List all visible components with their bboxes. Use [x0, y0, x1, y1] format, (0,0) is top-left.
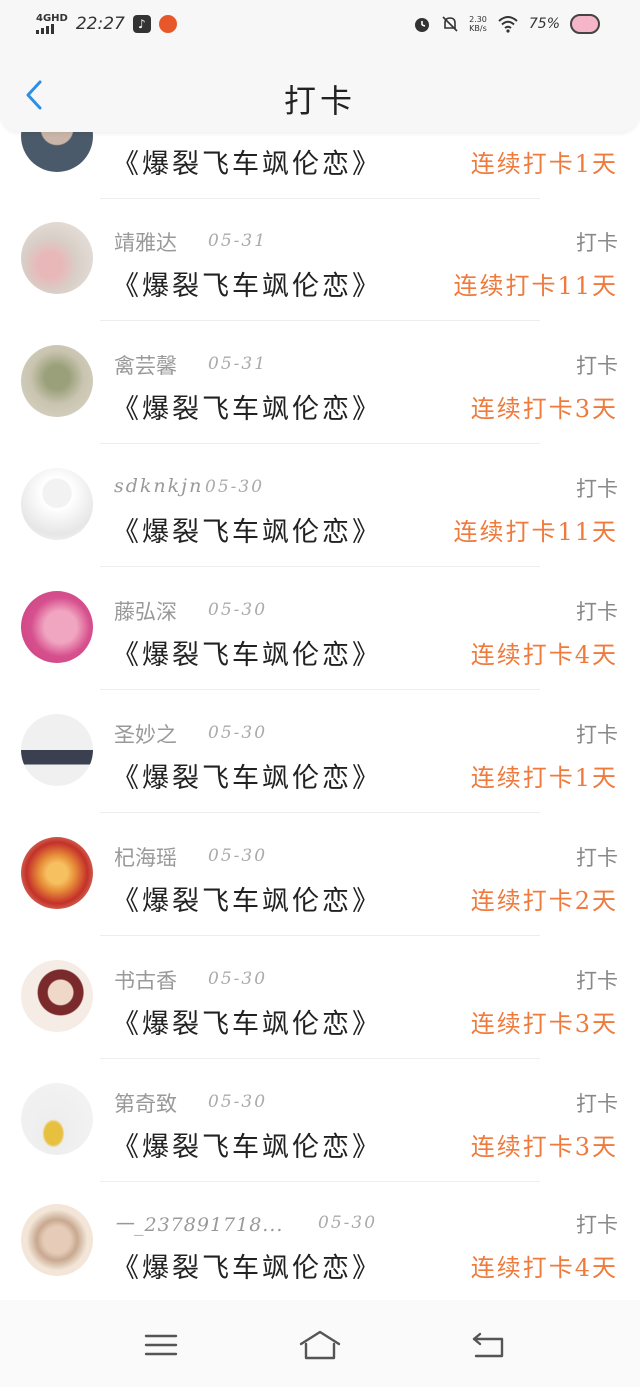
post-date: 05-30	[208, 1092, 268, 1112]
menu-icon[interactable]	[142, 1328, 182, 1362]
book-title: 《爆裂飞车飒伦恋》	[112, 886, 382, 917]
battery-level: 75%	[528, 16, 560, 32]
book-title: 《爆裂飞车飒伦恋》	[112, 1253, 382, 1284]
post-date: 05-31	[208, 354, 268, 374]
divider	[100, 1058, 540, 1059]
list-item[interactable]: 第奇致 05-30 打卡 《爆裂飞车飒伦恋》 连续打卡3天	[0, 1081, 640, 1203]
book-title: 《爆裂飞车飒伦恋》	[112, 394, 382, 425]
checkin-label: 打卡	[576, 969, 618, 993]
checkin-label: 打卡	[576, 600, 618, 624]
app-notification-icon	[158, 15, 177, 33]
divider	[100, 566, 540, 567]
checkin-label: 打卡	[576, 1092, 618, 1116]
list-item[interactable]: sdknkjn 05-30 打卡 《爆裂飞车飒伦恋》 连续打卡11天	[0, 466, 640, 588]
streak-text: 连续打卡3天	[470, 1133, 618, 1161]
checkin-label: 打卡	[576, 846, 618, 870]
list-item[interactable]: 禽芸馨 05-31 打卡 《爆裂飞车飒伦恋》 连续打卡3天	[0, 343, 640, 465]
avatar[interactable]	[21, 837, 93, 909]
avatar[interactable]	[21, 960, 93, 1032]
divider	[100, 443, 540, 444]
mute-icon	[442, 16, 458, 32]
wifi-icon	[498, 16, 518, 33]
checkin-label: 打卡	[576, 354, 618, 378]
streak-text: 连续打卡1天	[470, 764, 618, 792]
post-date: 05-30	[318, 1213, 378, 1233]
divider	[100, 320, 540, 321]
tiktok-icon: ♪	[132, 15, 151, 33]
post-date: 05-30	[208, 600, 268, 620]
avatar[interactable]	[21, 345, 93, 417]
divider	[100, 812, 540, 813]
checkin-label: 打卡	[576, 1213, 618, 1237]
checkin-label: 打卡	[576, 231, 618, 255]
username[interactable]: 圣妙之	[114, 719, 177, 749]
back-nav-icon[interactable]	[470, 1328, 510, 1362]
book-title: 《爆裂飞车飒伦恋》	[112, 149, 382, 180]
signal-indicator: 4GHD	[36, 14, 68, 34]
list-item[interactable]: 藤弘深 05-30 打卡 《爆裂飞车飒伦恋》 连续打卡4天	[0, 589, 640, 711]
streak-text: 连续打卡3天	[470, 395, 618, 423]
username[interactable]: sdknkjn	[114, 475, 203, 497]
signal-icon	[36, 24, 54, 34]
username[interactable]: 杞海瑶	[114, 842, 177, 872]
status-right: 2.30 KB/s 75%	[413, 14, 600, 34]
avatar[interactable]	[21, 468, 93, 540]
streak-text: 连续打卡1天	[470, 150, 618, 178]
divider	[100, 1181, 540, 1182]
divider	[100, 689, 540, 690]
pig-battery-icon	[570, 14, 600, 34]
username[interactable]: 第奇致	[114, 1088, 177, 1118]
post-date: 05-30	[205, 477, 265, 497]
book-title: 《爆裂飞车飒伦恋》	[112, 1009, 382, 1040]
checkin-label: 打卡	[576, 723, 618, 747]
home-icon[interactable]	[298, 1328, 342, 1362]
alarm-icon	[415, 18, 430, 32]
network-type: 4GHD	[36, 13, 68, 24]
post-date: 05-30	[208, 846, 268, 866]
username[interactable]: 一_237891718...	[114, 1210, 283, 1237]
avatar[interactable]	[21, 1204, 93, 1276]
clock: 22:27	[75, 14, 125, 34]
streak-text: 连续打卡3天	[470, 1010, 618, 1038]
streak-text: 连续打卡11天	[453, 518, 618, 546]
avatar[interactable]	[21, 1083, 93, 1155]
avatar[interactable]	[21, 222, 93, 294]
book-title: 《爆裂飞车飒伦恋》	[112, 640, 382, 671]
book-title: 《爆裂飞车飒伦恋》	[112, 271, 382, 302]
page-header: 打卡	[0, 52, 640, 132]
list-item[interactable]: 书古香 05-30 打卡 《爆裂飞车飒伦恋》 连续打卡3天	[0, 958, 640, 1080]
checkin-label: 打卡	[576, 477, 618, 501]
username[interactable]: 禽芸馨	[114, 350, 177, 380]
post-date: 05-31	[208, 231, 268, 251]
system-nav-bar	[0, 1300, 640, 1387]
status-left: 4GHD 22:27 ♪	[36, 14, 177, 34]
avatar[interactable]	[21, 714, 93, 786]
streak-text: 连续打卡4天	[470, 1254, 618, 1282]
username[interactable]: 靖雅达	[114, 227, 177, 257]
username[interactable]: 书古香	[114, 965, 177, 995]
list-item[interactable]: 杞海瑶 05-30 打卡 《爆裂飞车飒伦恋》 连续打卡2天	[0, 835, 640, 957]
list-item[interactable]: 靖雅达 05-31 打卡 《爆裂飞车飒伦恋》 连续打卡11天	[0, 220, 640, 342]
book-title: 《爆裂飞车飒伦恋》	[112, 1132, 382, 1163]
divider	[100, 198, 540, 199]
username[interactable]: 藤弘深	[114, 596, 177, 626]
streak-text: 连续打卡4天	[470, 641, 618, 669]
avatar[interactable]	[21, 591, 93, 663]
post-date: 05-30	[208, 969, 268, 989]
streak-text: 连续打卡2天	[470, 887, 618, 915]
book-title: 《爆裂飞车飒伦恋》	[112, 517, 382, 548]
status-bar: 4GHD 22:27 ♪ 2.30 KB/s 75%	[0, 0, 640, 52]
page-title: 打卡	[283, 82, 356, 120]
streak-text: 连续打卡11天	[453, 272, 618, 300]
post-date: 05-30	[208, 723, 268, 743]
list-item[interactable]: 圣妙之 05-30 打卡 《爆裂飞车飒伦恋》 连续打卡1天	[0, 712, 640, 834]
book-title: 《爆裂飞车飒伦恋》	[112, 763, 382, 794]
net-speed: 2.30 KB/s	[469, 15, 487, 33]
divider	[100, 935, 540, 936]
